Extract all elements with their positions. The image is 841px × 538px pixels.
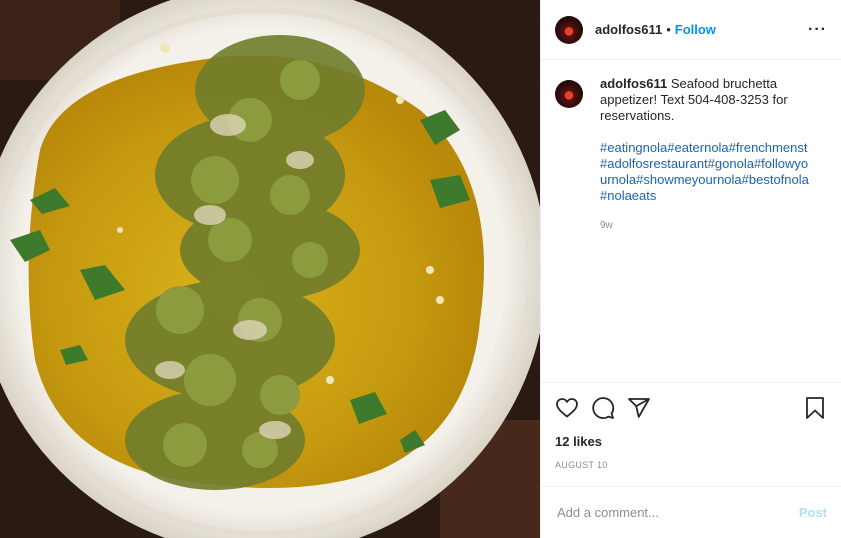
caption-body: adolfos611 Seafood bruchetta appetizer! … — [600, 76, 812, 234]
bookmark-icon[interactable] — [803, 396, 827, 420]
action-bar — [541, 382, 841, 432]
post-photo[interactable] — [0, 0, 540, 538]
food-photo-illustration — [0, 0, 540, 538]
caption-avatar[interactable] — [555, 80, 583, 108]
follow-button[interactable]: Follow — [675, 22, 716, 37]
caption-username[interactable]: adolfos611 — [600, 76, 667, 91]
caption-text: adolfos611 Seafood bruchetta appetizer! … — [600, 76, 812, 124]
post-sidebar: adolfos611 • Follow ··· adolfos611 Seafo… — [540, 0, 841, 538]
more-icon[interactable]: ··· — [808, 21, 827, 39]
separator-dot: • — [666, 22, 671, 37]
header-username[interactable]: adolfos611 — [595, 22, 662, 37]
comment-icon[interactable] — [591, 396, 615, 420]
heart-icon[interactable] — [555, 396, 579, 420]
avatar[interactable] — [555, 15, 583, 44]
caption-time: 9w — [600, 220, 613, 231]
caption-row: adolfos611 Seafood bruchetta appetizer! … — [555, 76, 827, 234]
caption-hashtags[interactable]: #eatingnola#eaternola#frenchmenst#adolfo… — [600, 140, 812, 204]
comment-bar: Post — [541, 486, 841, 538]
likes-count[interactable]: 12 likes — [541, 432, 841, 452]
post-header: adolfos611 • Follow ··· — [541, 0, 841, 60]
instagram-post: adolfos611 • Follow ··· adolfos611 Seafo… — [0, 0, 841, 538]
comment-input[interactable] — [555, 504, 799, 521]
post-comment-button[interactable]: Post — [799, 505, 827, 520]
caption-area: adolfos611 Seafood bruchetta appetizer! … — [541, 60, 841, 382]
share-icon[interactable] — [627, 396, 651, 420]
post-date[interactable]: AUGUST 10 — [541, 454, 841, 476]
